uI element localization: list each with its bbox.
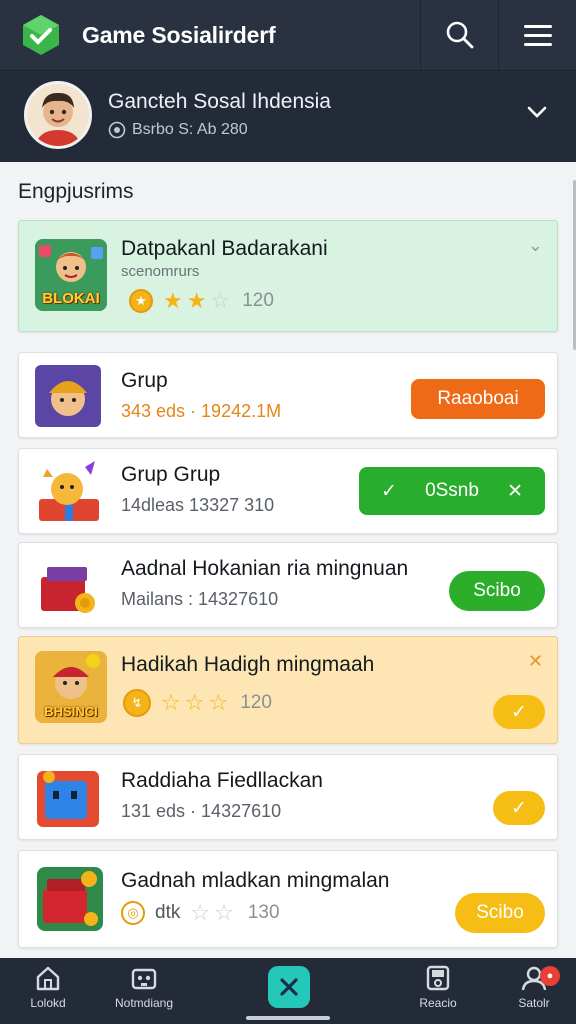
- action-button[interactable]: Raaoboai: [411, 379, 545, 419]
- star-empty-icon: ☆: [210, 288, 231, 313]
- game-thumbnail: BLOKAI: [35, 239, 107, 311]
- card-subtitle: 343 eds · 19242.1M: [121, 401, 282, 421]
- join-button-label: 0Ssnb: [425, 480, 479, 501]
- nav-item-rewards[interactable]: Reacio: [390, 964, 486, 1022]
- profile-subtitle: Bsrbo S: Ab 280: [108, 121, 248, 139]
- game-thumbnail: BHSINCI: [35, 651, 107, 723]
- bottom-navigation: Lolokd Notmdiang Reacio Satolr: [0, 958, 576, 1024]
- rating: ★ ★ ★ ☆ 120: [129, 289, 274, 313]
- medal-icon: ↯: [123, 689, 151, 717]
- list-item[interactable]: Grup Grup 14dleas 13327 310 ✓ 0Ssnb ✕: [18, 448, 558, 534]
- star-empty-icon: ☆: [214, 900, 234, 925]
- card-subtitle: Mailans : 14327610: [121, 589, 279, 609]
- search-icon: [446, 21, 473, 49]
- thumbnail-label: BLOKAI: [42, 290, 100, 307]
- gamepad-icon: [131, 968, 157, 990]
- check-icon: ✓: [511, 797, 527, 819]
- home-indicator: [246, 1016, 330, 1020]
- close-icon[interactable]: ✕: [528, 651, 543, 672]
- rating-value: 120: [240, 692, 272, 713]
- profile-stats: Bsrbo S: Ab 280: [132, 121, 248, 138]
- featured-card-yellow[interactable]: BHSINCI Hadikah Hadigh mingmaah ↯ ☆ ☆ ☆ …: [18, 636, 558, 744]
- app-title: Game Sosialirderf: [82, 22, 276, 48]
- app-bar: Game Sosialirderf: [0, 0, 576, 70]
- nav-label: Satolr: [518, 996, 550, 1010]
- check-icon: ✓: [381, 480, 397, 502]
- content-area: Engpjusrims BLOKAI Datpakanl Badarakani …: [0, 162, 576, 958]
- check-icon: ✓: [511, 701, 527, 723]
- save-icon: [426, 965, 450, 991]
- rating-value: 120: [242, 290, 274, 311]
- chevron-down-icon[interactable]: ⌄: [528, 235, 543, 256]
- medal-icon: ★: [129, 289, 153, 313]
- card-title: Datpakanl Badarakani: [121, 237, 328, 260]
- menu-button[interactable]: [498, 0, 576, 70]
- nav-label: Notmdiang: [114, 996, 174, 1010]
- card-title: Grup Grup: [121, 463, 221, 486]
- card-subtitle: 14dleas 13327 310: [121, 495, 275, 515]
- gift-box-thumbnail: [35, 555, 101, 619]
- rating-value: 130: [247, 902, 280, 923]
- card-title: Gadnah mladkan mingmalan: [121, 869, 390, 892]
- sparkle-icon: [280, 978, 298, 996]
- card-title: Grup: [121, 369, 168, 392]
- nav-label: Lolokd: [30, 996, 66, 1010]
- nav-item-profile[interactable]: Satolr: [486, 964, 576, 1022]
- star-filled-icon: ★: [186, 288, 207, 313]
- game-thumbnail: [35, 459, 103, 525]
- card-title: Hadikah Hadigh mingmaah: [121, 653, 375, 676]
- close-icon: ✕: [507, 480, 523, 502]
- star-filled-icon: ★: [163, 288, 183, 313]
- home-icon: [36, 966, 60, 991]
- card-subtitle: scenomrurs: [121, 263, 200, 280]
- list-item[interactable]: Raddiaha Fiedllackan 131 eds · 14327610 …: [18, 754, 558, 840]
- card-title: Raddiaha Fiedllackan: [121, 769, 323, 792]
- star-filled-icon: ☆: [161, 690, 181, 715]
- game-thumbnail: [35, 365, 101, 427]
- action-button[interactable]: Scibo: [449, 571, 545, 611]
- featured-card-green[interactable]: BLOKAI Datpakanl Badarakani scenomrurs ★…: [18, 220, 558, 332]
- action-button[interactable]: Scibo: [455, 893, 545, 933]
- list-item[interactable]: Aadnal Hokanian ria mingnuan Mailans : 1…: [18, 542, 558, 628]
- list-item[interactable]: Gadnah mladkan mingmalan ◎ dtk ☆ ☆ 130 S…: [18, 850, 558, 948]
- gift-box-thumbnail: [35, 865, 105, 933]
- hamburger-menu-icon: [523, 25, 552, 46]
- box-thumbnail: [35, 767, 103, 831]
- rating: ↯ ☆ ☆ ☆ 120: [123, 689, 272, 717]
- star-filled-icon: ☆: [184, 690, 205, 715]
- card-title: Aadnal Hokanian ria mingnuan: [121, 557, 409, 580]
- card-subtitle: 131 eds · 14327610: [121, 801, 282, 821]
- app-logo-icon: [20, 14, 62, 56]
- check-button[interactable]: ✓: [493, 791, 545, 825]
- join-button[interactable]: ✓ 0Ssnb ✕: [359, 467, 545, 515]
- coin-icon: [108, 121, 126, 139]
- profile-header[interactable]: Gancteh Sosal Ihdensia Bsrbo S: Ab 280: [0, 70, 576, 162]
- nav-item-home[interactable]: Lolokd: [0, 964, 96, 1022]
- nav-item-create[interactable]: [268, 966, 310, 1008]
- section-title: Engpjusrims: [18, 180, 134, 203]
- coin-icon: ◎: [121, 901, 145, 925]
- star-empty-icon: ☆: [190, 900, 211, 925]
- profile-name: Gancteh Sosal Ihdensia: [108, 90, 331, 113]
- search-button[interactable]: [420, 0, 498, 70]
- star-filled-icon: ☆: [208, 690, 229, 715]
- chevron-down-icon: [527, 106, 547, 118]
- nav-item-games[interactable]: Notmdiang: [96, 964, 192, 1022]
- thumbnail-label: BHSINCI: [44, 704, 98, 719]
- profile-expand-button[interactable]: [520, 95, 554, 129]
- rating-prefix: dtk: [155, 902, 181, 923]
- notification-badge: ●: [540, 966, 560, 986]
- list-item[interactable]: Grup 343 eds · 19242.1M Raaoboai: [18, 352, 558, 438]
- rating: ◎ dtk ☆ ☆ 130: [121, 901, 280, 925]
- nav-label: Reacio: [419, 996, 457, 1010]
- avatar[interactable]: [24, 81, 92, 149]
- check-button[interactable]: ✓: [493, 695, 545, 729]
